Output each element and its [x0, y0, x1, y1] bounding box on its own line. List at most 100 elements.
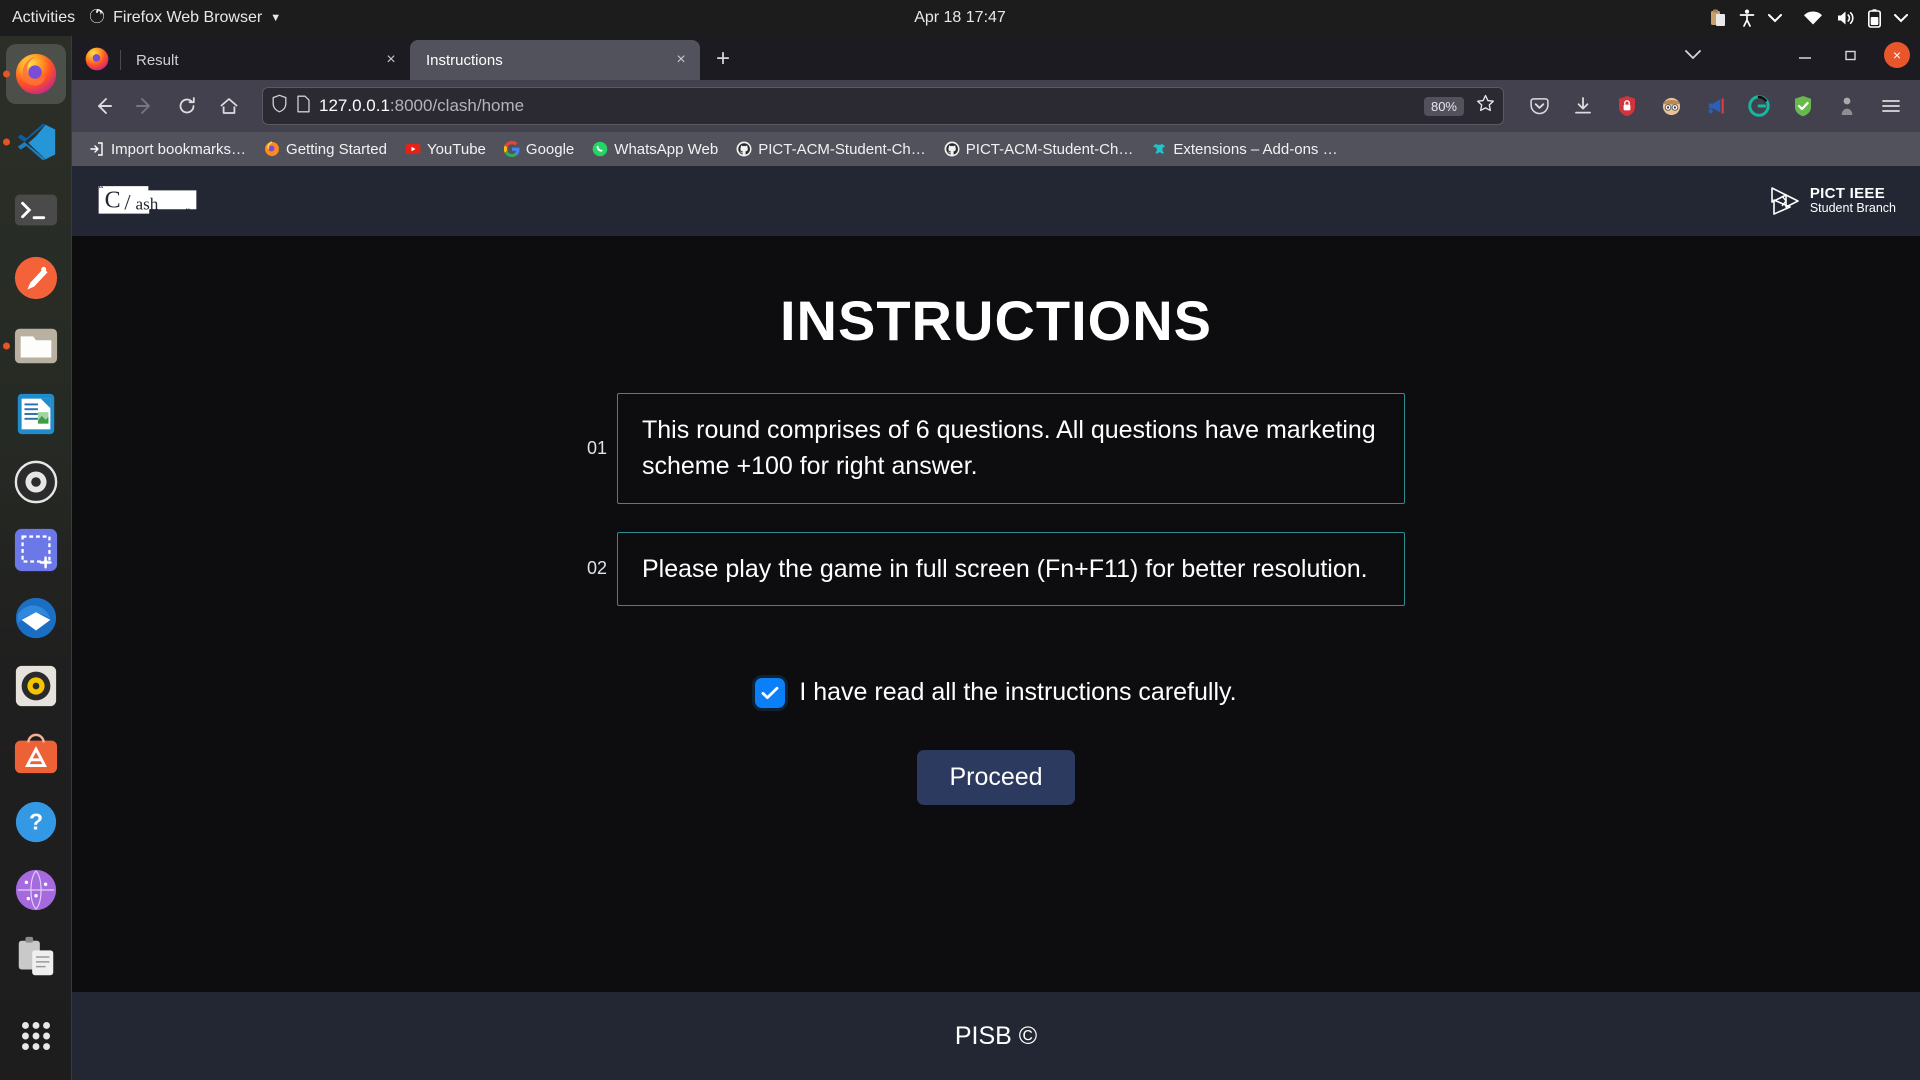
settings-gear-icon — [14, 460, 57, 504]
bookmark-google[interactable]: Google — [497, 138, 581, 161]
bookmark-label: PICT-ACM-Student-Ch… — [965, 140, 1134, 158]
ieee-logo-line2: Student Branch — [1809, 201, 1896, 216]
pocket-icon[interactable] — [1522, 89, 1556, 123]
forward-icon[interactable] — [126, 87, 164, 125]
ieee-logo-line1: PICT IEEE — [1809, 185, 1886, 203]
firefox-window: Result × Instructions × + × 127.0.0.1:80… — [72, 36, 1920, 1080]
dock-item-thunderbird[interactable] — [6, 588, 66, 648]
bookmark-import-bookmarks[interactable]: Import bookmarks… — [82, 138, 253, 161]
svg-text:C: C — [105, 187, 121, 213]
page-title: INSTRUCTIONS — [780, 289, 1212, 352]
activities-button[interactable]: Activities — [0, 9, 89, 27]
instruction-row-02: 02 Please play the game in full screen (… — [587, 531, 1405, 606]
chevron-down-icon — [1768, 13, 1782, 23]
dock-item-ubuntu-software[interactable] — [6, 724, 66, 784]
footer-text: PISB © — [954, 1021, 1038, 1050]
site-footer: PISB © — [72, 992, 1920, 1080]
agreement-checkbox[interactable] — [755, 677, 786, 708]
bookmark-getting-started[interactable]: Getting Started — [257, 138, 394, 161]
back-icon[interactable] — [84, 87, 122, 125]
grammarly-icon[interactable] — [1742, 89, 1776, 123]
firefox-icon — [15, 53, 56, 95]
url-text[interactable]: 127.0.0.1:8000/clash/home — [319, 96, 1416, 116]
url-path: :8000/clash/home — [389, 96, 525, 115]
ubuntu-dock: ? — [0, 36, 72, 1080]
chevron-down-icon: ▼ — [270, 12, 282, 24]
dock-item-network-globe[interactable] — [6, 860, 66, 920]
agreement-row: I have read all the instructions careful… — [755, 677, 1237, 708]
bookmark-youtube[interactable]: YouTube — [398, 138, 493, 161]
bookmark-pict-acm-student-ch-1[interactable]: PICT-ACM-Student-Ch… — [729, 138, 933, 161]
dock-item-rhythmbox[interactable] — [6, 656, 66, 716]
bookmark-pict-acm-student-ch-2[interactable]: PICT-ACM-Student-Ch… — [937, 138, 1141, 161]
dock-item-settings[interactable] — [6, 452, 66, 512]
list-all-tabs-icon[interactable] — [1680, 42, 1706, 68]
instruction-text: This round comprises of 6 questions. All… — [617, 393, 1405, 504]
github-icon — [944, 141, 960, 157]
pict-ieee-logo[interactable]: PICT IEEE Student Branch — [1768, 185, 1896, 217]
bookmark-star-icon[interactable] — [1476, 94, 1495, 118]
firefox-icon — [89, 8, 105, 29]
help-icon: ? — [15, 801, 56, 843]
network-globe-icon — [15, 869, 56, 911]
reload-icon[interactable] — [168, 87, 206, 125]
dock-item-firefox[interactable] — [5, 44, 66, 104]
close-button[interactable]: × — [1884, 42, 1910, 68]
close-icon[interactable]: × — [378, 47, 404, 73]
whatsapp-icon — [592, 141, 608, 157]
clock[interactable]: Apr 18 17:47 — [0, 9, 1920, 27]
zoom-level-badge[interactable]: 80% — [1423, 96, 1464, 116]
accessibility-icon — [1739, 9, 1755, 27]
megaphone-icon[interactable] — [1698, 89, 1732, 123]
bookmark-whatsapp-web[interactable]: WhatsApp Web — [585, 138, 725, 161]
svg-text:“: “ — [99, 184, 104, 196]
shield-icon[interactable] — [271, 94, 288, 118]
bookmark-label: Google — [525, 140, 575, 158]
dock-item-clipboard-manager[interactable] — [6, 928, 66, 988]
svg-text:ash: ash — [136, 194, 159, 213]
dock-item-help[interactable]: ? — [6, 792, 66, 852]
downloads-icon[interactable] — [1566, 89, 1600, 123]
show-applications-button[interactable] — [6, 1006, 66, 1066]
tab-result[interactable]: Result × — [120, 40, 410, 80]
dock-item-files[interactable] — [6, 316, 66, 376]
app-grid-icon — [21, 1022, 50, 1050]
minimize-button[interactable] — [1792, 42, 1818, 68]
hamburger-menu-icon[interactable] — [1874, 89, 1908, 123]
ieee-logo-text: PICT IEEE Student Branch — [1809, 185, 1896, 216]
check-icon — [761, 686, 779, 699]
clash-logo[interactable]: C / ash “ ” — [96, 181, 199, 222]
bookmark-extensions-addons[interactable]: Extensions – Add-ons … — [1144, 138, 1344, 161]
dock-item-libreoffice-writer[interactable] — [6, 384, 66, 444]
instruction-row-01: 01 This round comprises of 6 questions. … — [587, 393, 1405, 504]
account-icon[interactable] — [1830, 89, 1864, 123]
wifi-icon — [1803, 10, 1823, 26]
addons-icon — [1153, 144, 1166, 154]
app-menu-button[interactable]: Firefox Web Browser ▼ — [89, 8, 281, 29]
dock-item-vscode[interactable] — [6, 112, 66, 172]
adguard-shield-icon[interactable] — [1786, 89, 1820, 123]
dock-item-postman[interactable] — [6, 248, 66, 308]
terminal-icon — [14, 194, 57, 226]
site-header: C / ash “ ” PICT IEEE Student Branch — [72, 166, 1920, 236]
page-info-icon[interactable] — [296, 95, 311, 118]
system-tray[interactable] — [1710, 8, 1908, 28]
new-tab-button[interactable]: + — [706, 42, 740, 76]
proceed-button[interactable]: Proceed — [917, 749, 1075, 805]
extension-face-icon[interactable] — [1654, 89, 1688, 123]
firefox-icon — [85, 47, 109, 71]
maximize-button[interactable] — [1838, 42, 1864, 68]
ieee-kite-icon — [1771, 187, 1799, 215]
home-icon[interactable] — [210, 87, 248, 125]
bookmark-label: Getting Started — [286, 140, 387, 158]
tab-instructions[interactable]: Instructions × — [410, 40, 700, 80]
bitwarden-icon[interactable] — [1610, 89, 1644, 123]
battery-icon — [1868, 8, 1881, 28]
ubuntu-software-icon — [14, 733, 57, 774]
close-icon[interactable]: × — [668, 47, 694, 73]
bookmark-label: PICT-ACM-Student-Ch… — [758, 140, 926, 158]
dock-item-screenshot[interactable] — [6, 520, 66, 580]
dock-item-terminal[interactable] — [6, 180, 66, 240]
navigation-toolbar: 127.0.0.1:8000/clash/home 80% — [72, 80, 1920, 132]
url-bar[interactable]: 127.0.0.1:8000/clash/home 80% — [262, 87, 1504, 125]
